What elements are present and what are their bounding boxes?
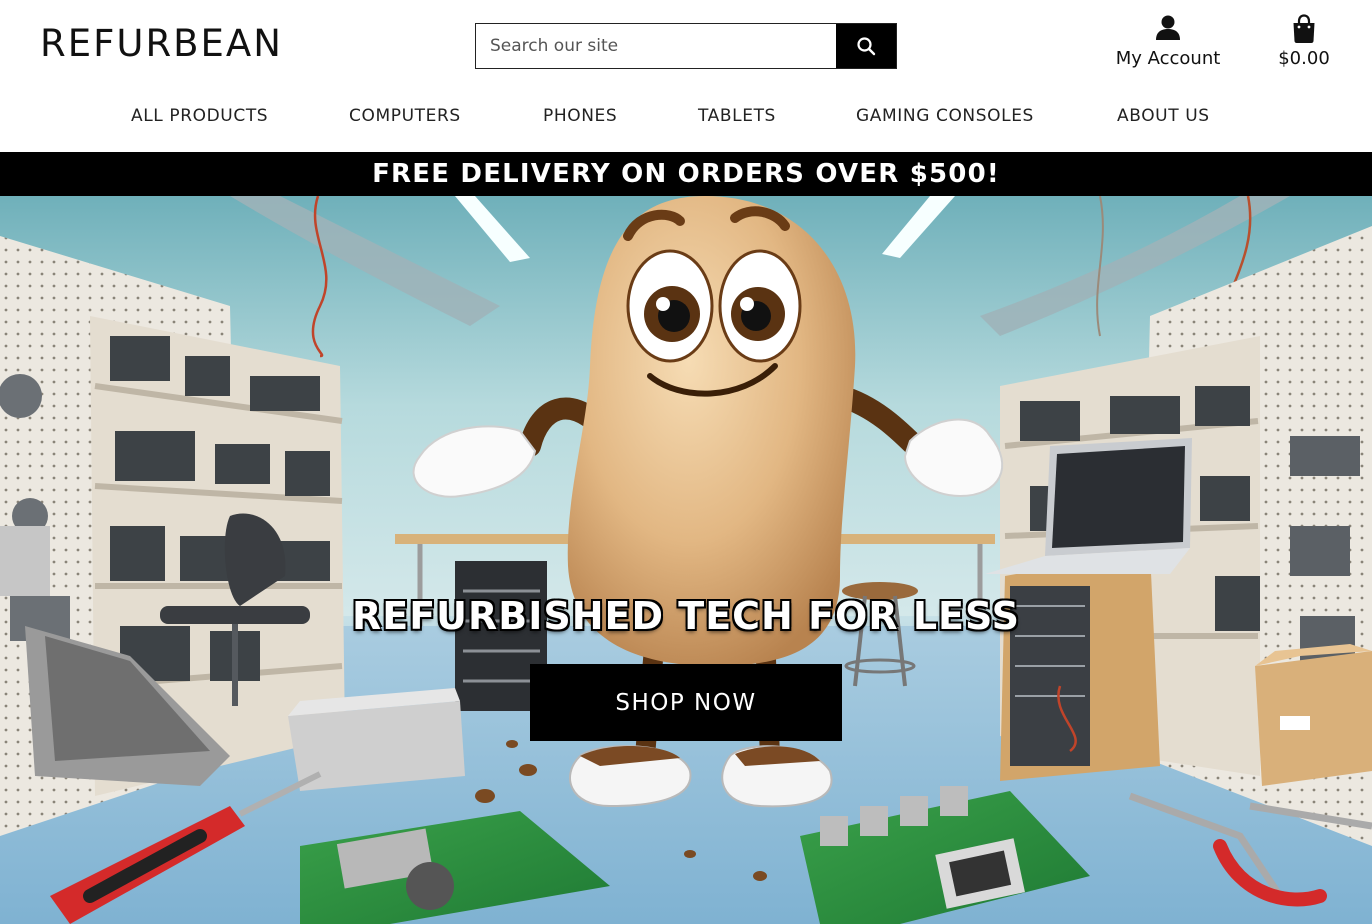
shop-now-button[interactable]: SHOP NOW [530,664,842,741]
site-header: REFURBEAN My Account $0.00 ALL PRODUCTS … [0,0,1372,152]
search-form [475,23,897,69]
hero-image [0,196,1372,924]
nav-computers[interactable]: COMPUTERS [349,106,461,126]
cart-total: $0.00 [1278,48,1330,69]
nav-tablets[interactable]: TABLETS [698,106,776,126]
nav-all-products[interactable]: ALL PRODUCTS [131,106,268,126]
cart-link[interactable]: $0.00 [1266,14,1342,69]
user-icon [1156,15,1180,40]
search-icon [857,37,876,56]
hero-title: REFURBISHED TECH FOR LESS [351,594,1021,638]
search-button[interactable] [836,24,896,68]
nav-gaming-consoles[interactable]: GAMING CONSOLES [856,106,1034,126]
account-label: My Account [1115,48,1221,69]
shopping-bag-icon [1293,14,1315,43]
nav-phones[interactable]: PHONES [543,106,617,126]
main-nav: ALL PRODUCTS COMPUTERS PHONES TABLETS GA… [0,100,1372,136]
hero-banner: REFURBISHED TECH FOR LESS SHOP NOW [0,196,1372,924]
site-logo[interactable]: REFURBEAN [40,22,283,66]
promo-banner: FREE DELIVERY ON ORDERS OVER $500! [0,152,1372,196]
nav-about-us[interactable]: ABOUT US [1117,106,1210,126]
search-input[interactable] [476,24,836,68]
account-link[interactable]: My Account [1108,14,1228,69]
